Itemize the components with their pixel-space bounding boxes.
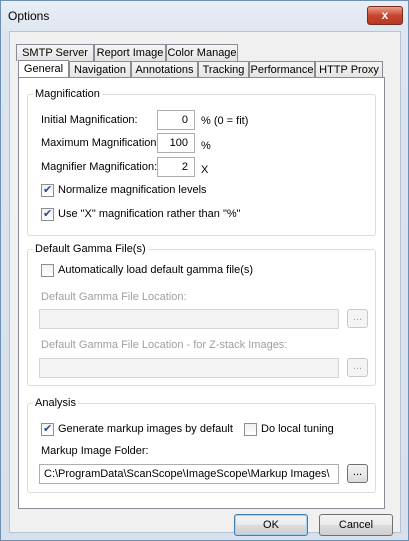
gamma-group-title: Default Gamma File(s) xyxy=(33,243,148,255)
tab-report-image[interactable]: Report Image xyxy=(94,44,166,61)
options-dialog: Options x SMTP Server Report Image Color… xyxy=(0,0,409,541)
close-button[interactable]: x xyxy=(367,6,403,25)
window-title: Options xyxy=(8,9,50,23)
tab-annotations[interactable]: Annotations xyxy=(131,61,198,78)
tab-general[interactable]: General xyxy=(18,60,69,77)
tab-smtp-server[interactable]: SMTP Server xyxy=(16,44,94,61)
magnification-group-title: Magnification xyxy=(33,88,102,100)
auto-load-gamma-label: Automatically load default gamma file(s) xyxy=(58,264,254,276)
local-tuning-label: Do local tuning xyxy=(261,423,334,435)
magnifier-magnification-unit: X xyxy=(201,164,209,176)
tab-tracking[interactable]: Tracking xyxy=(198,61,249,78)
maximum-magnification-input[interactable]: 100 xyxy=(157,133,195,153)
gamma-location-browse-button[interactable]: ... xyxy=(347,309,368,328)
use-x-magnification-checkbox[interactable] xyxy=(41,207,54,221)
tab-navigation[interactable]: Navigation xyxy=(69,61,131,78)
auto-load-gamma-checkbox[interactable] xyxy=(41,264,54,277)
initial-magnification-unit: % (0 = fit) xyxy=(201,115,249,127)
magnifier-magnification-label: Magnifier Magnification: xyxy=(41,161,158,173)
initial-magnification-label: Initial Magnification: xyxy=(41,114,138,126)
ok-button[interactable]: OK xyxy=(234,514,308,536)
markup-folder-label: Markup Image Folder: xyxy=(41,445,149,457)
gamma-zstack-browse-button[interactable]: ... xyxy=(347,358,368,377)
generate-markup-checkbox[interactable] xyxy=(41,422,54,436)
markup-folder-input[interactable]: C:\ProgramData\ScanScope\ImageScope\Mark… xyxy=(39,464,339,484)
initial-magnification-input[interactable]: 0 xyxy=(157,110,195,130)
generate-markup-label: Generate markup images by default xyxy=(58,423,233,435)
dialog-body: SMTP Server Report Image Color Manage Ge… xyxy=(9,31,401,536)
gamma-location-label: Default Gamma File Location: xyxy=(41,291,187,303)
tab-performance[interactable]: Performance xyxy=(249,61,315,78)
tab-http-proxy[interactable]: HTTP Proxy xyxy=(315,61,383,78)
maximum-magnification-unit: % xyxy=(201,140,211,152)
gamma-location-input[interactable] xyxy=(39,309,339,329)
gamma-zstack-label: Default Gamma File Location - for Z-stac… xyxy=(41,339,288,351)
title-bar[interactable]: Options x xyxy=(1,1,408,31)
use-x-magnification-label: Use "X" magnification rather than "%" xyxy=(58,208,241,220)
normalize-checkbox[interactable] xyxy=(41,183,54,197)
maximum-magnification-label: Maximum Magnification: xyxy=(41,137,160,149)
analysis-group-title: Analysis xyxy=(33,397,78,409)
cancel-button[interactable]: Cancel xyxy=(319,514,393,536)
local-tuning-checkbox[interactable] xyxy=(244,423,257,436)
tab-color-manage[interactable]: Color Manage xyxy=(166,44,238,61)
magnifier-magnification-input[interactable]: 2 xyxy=(157,157,195,177)
gamma-zstack-input[interactable] xyxy=(39,358,339,378)
general-panel: Magnification Initial Magnification: 0 %… xyxy=(18,77,385,509)
markup-folder-browse-button[interactable]: ... xyxy=(347,464,368,483)
normalize-label: Normalize magnification levels xyxy=(58,184,207,196)
